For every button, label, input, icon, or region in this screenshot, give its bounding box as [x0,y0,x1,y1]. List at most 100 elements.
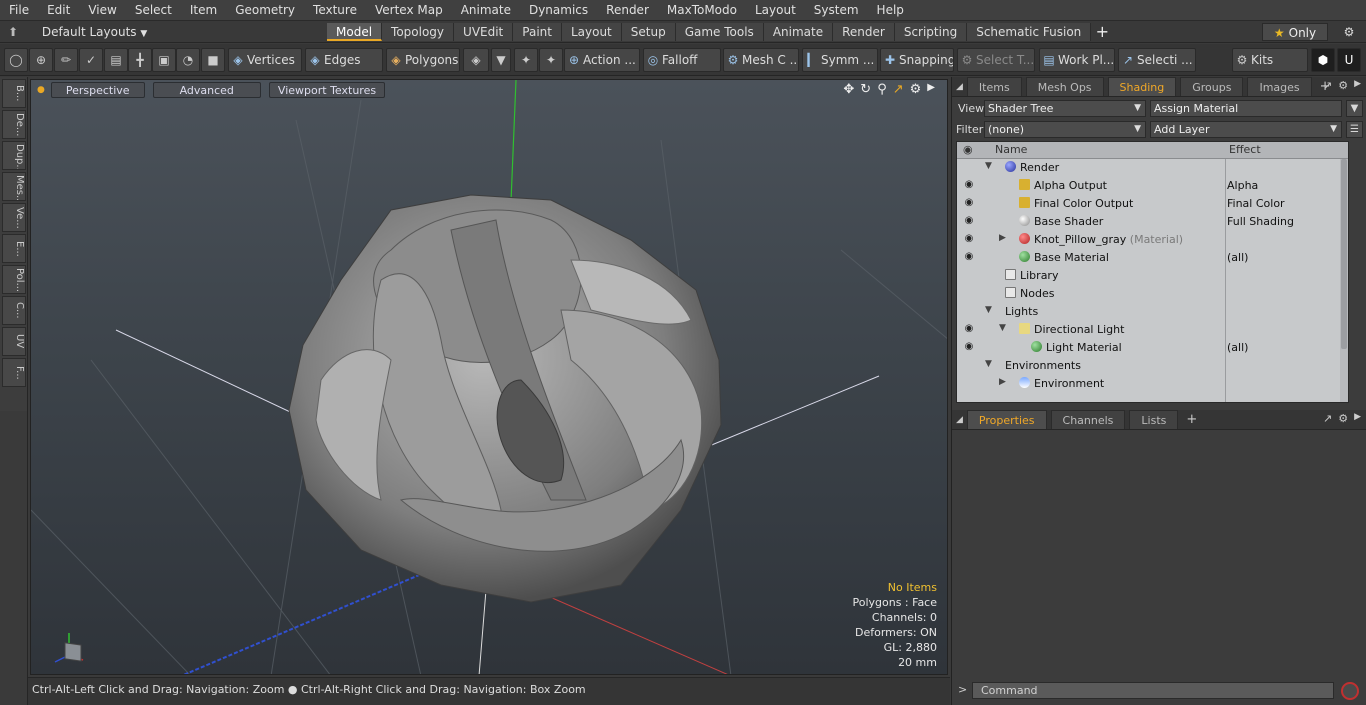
list-options-icon[interactable]: ☰ [1346,121,1363,138]
left-tab-deform[interactable]: De... [2,110,26,139]
menu-select[interactable]: Select [126,0,181,21]
menu-texture[interactable]: Texture [304,0,366,21]
column-effect-header[interactable]: Effect [1229,143,1261,156]
menu-dynamics[interactable]: Dynamics [520,0,597,21]
add-layer-dropdown[interactable]: Add Layer ▼ [1150,121,1342,138]
filter-funnel-icon[interactable]: ▼ [1346,100,1363,117]
tab-animate[interactable]: Animate [763,23,834,41]
expand-icon[interactable]: ↗ [1323,79,1332,92]
tree-row-knot-pillow-gray[interactable]: ◉ ▶ Knot_Pillow_gray (Material) ▼ [957,231,1348,249]
tab-render[interactable]: Render [833,23,895,41]
tab-model[interactable]: Model [327,23,383,41]
tab-uvedit[interactable]: UVEdit [454,23,514,41]
layout-selector[interactable]: ⬆ Default Layouts ▼ [8,21,147,43]
selection-button[interactable]: ↗ Selecti ... [1118,48,1196,72]
menu-render[interactable]: Render [597,0,658,21]
eye-icon[interactable]: ◉ [963,341,975,353]
tab-images[interactable]: Images [1247,77,1312,96]
menu-item[interactable]: Item [181,0,226,21]
expand-arrow-icon[interactable]: ▶ [999,233,1006,243]
only-toggle[interactable]: ★ Only [1262,23,1328,41]
snapping-button[interactable]: ✚ Snapping [880,48,954,72]
tree-row-render[interactable]: ▼ Render [957,159,1348,177]
tab-schematic-fusion[interactable]: Schematic Fusion [967,23,1092,41]
gear-icon[interactable]: ⚙ [1338,412,1348,425]
rotate-icon[interactable]: ↻ [860,82,871,97]
tree-row-alpha-output[interactable]: ◉ Alpha Output Alpha ▼ [957,177,1348,195]
tree-row-light-material[interactable]: ◉ Light Material (all) ▼ [957,339,1348,357]
tab-scripting[interactable]: Scripting [894,23,968,41]
assign-material-dropdown[interactable]: Assign Material [1150,100,1342,117]
expand-arrow-icon[interactable]: ▼ [985,161,992,171]
effect-all[interactable]: (all) [1227,341,1248,354]
globe-icon[interactable]: ⊕ [29,48,53,72]
menu-system[interactable]: System [805,0,868,21]
zoom-icon[interactable]: ⚲ [877,82,887,97]
expand-arrow-icon[interactable]: ▼ [985,359,992,369]
column-name-header[interactable]: Name [995,143,1027,156]
tab-paint[interactable]: Paint [513,23,562,41]
left-tab-mesh-edit[interactable]: Mes... [2,172,26,201]
menu-maxtomodo[interactable]: MaxToModo [658,0,746,21]
select-through-button[interactable]: ⚙ Select T... [957,48,1035,72]
add-tab-icon[interactable]: + [1091,23,1113,41]
knot-pillow-mesh[interactable] [288,194,722,603]
menu-edit[interactable]: Edit [38,0,79,21]
tree-row-base-material[interactable]: ◉ Base Material (all) ▼ [957,249,1348,267]
left-tab-uv[interactable]: UV [2,327,26,356]
menu-geometry[interactable]: Geometry [226,0,304,21]
tree-row-environment[interactable]: ▶ Environment [957,375,1348,393]
eye-icon[interactable]: ◉ [963,197,975,209]
play-icon[interactable]: ▶ [1354,412,1361,425]
tab-mesh-ops[interactable]: Mesh Ops [1025,77,1104,96]
tab-items[interactable]: Items [966,77,1022,96]
expand-arrow-icon[interactable]: ▼ [999,323,1006,333]
play-icon[interactable]: ▶ [927,82,935,97]
select-circle-icon[interactable]: ◯ [4,48,28,72]
pen-icon[interactable]: ✏ [54,48,78,72]
brush-icon[interactable]: ✓ [79,48,103,72]
effect-full-shading[interactable]: Full Shading [1227,215,1294,228]
effect-all[interactable]: (all) [1227,251,1248,264]
add-panel-tab-icon[interactable]: + [1186,412,1197,427]
tab-groups[interactable]: Groups [1180,77,1244,96]
panel-menu-icon[interactable]: ◢ [956,415,963,425]
tree-row-base-shader[interactable]: ◉ Base Shader Full Shading ▼ [957,213,1348,231]
perspective-button[interactable]: Perspective [50,82,145,98]
tree-row-lights[interactable]: ▼ Lights [957,303,1348,321]
tab-setup[interactable]: Setup [621,23,676,41]
effect-final-color[interactable]: Final Color [1227,197,1285,210]
vertices-button[interactable]: ◈ Vertices [228,48,302,72]
3d-viewport[interactable]: ● Perspective Advanced Viewport Textures… [30,79,948,675]
left-tab-vertex[interactable]: Ve... [2,203,26,232]
menu-file[interactable]: File [0,0,38,21]
tree-row-directional-light[interactable]: ◉ ▼ Directional Light [957,321,1348,339]
eye-icon[interactable]: ◉ [963,179,975,191]
move-icon[interactable]: ✥ [843,82,854,97]
menu-vertex-map[interactable]: Vertex Map [366,0,452,21]
left-tab-fusion[interactable]: F... [2,358,26,387]
mesh-constraint-button[interactable]: ⚙ Mesh C ... [723,48,799,72]
tree-row-final-color-output[interactable]: ◉ Final Color Output Final Color ▼ [957,195,1348,213]
symmetry-x-icon[interactable]: ✦ [514,48,538,72]
tab-properties[interactable]: Properties [966,410,1047,429]
tree-scrollbar[interactable] [1340,159,1348,402]
tree-scrollbar-thumb[interactable] [1341,159,1347,349]
eye-icon[interactable]: ◉ [963,323,975,335]
expand-icon[interactable]: ↗ [1323,412,1332,425]
item-mode-icon[interactable]: ■ [201,48,225,72]
collapse-icon[interactable]: ⬆ [8,21,22,43]
action-center-button[interactable]: ⊕ Action ... [564,48,640,72]
advanced-button[interactable]: Advanced [152,82,261,98]
modo-logo-icon[interactable]: ⬢ [1311,48,1335,72]
menu-view[interactable]: View [79,0,125,21]
gear-icon[interactable]: ⚙ [1338,23,1360,41]
expand-arrow-icon[interactable]: ▶ [999,377,1006,387]
view-dropdown[interactable]: Shader Tree ▼ [984,100,1146,117]
left-tab-polygon[interactable]: Pol... [2,265,26,294]
left-tab-curve[interactable]: C... [2,296,26,325]
tree-row-library[interactable]: Library [957,267,1348,285]
falloff-button[interactable]: ◎ Falloff [643,48,721,72]
chevron-down-icon[interactable]: ▼ [491,48,511,72]
eye-icon[interactable]: ◉ [963,143,973,156]
